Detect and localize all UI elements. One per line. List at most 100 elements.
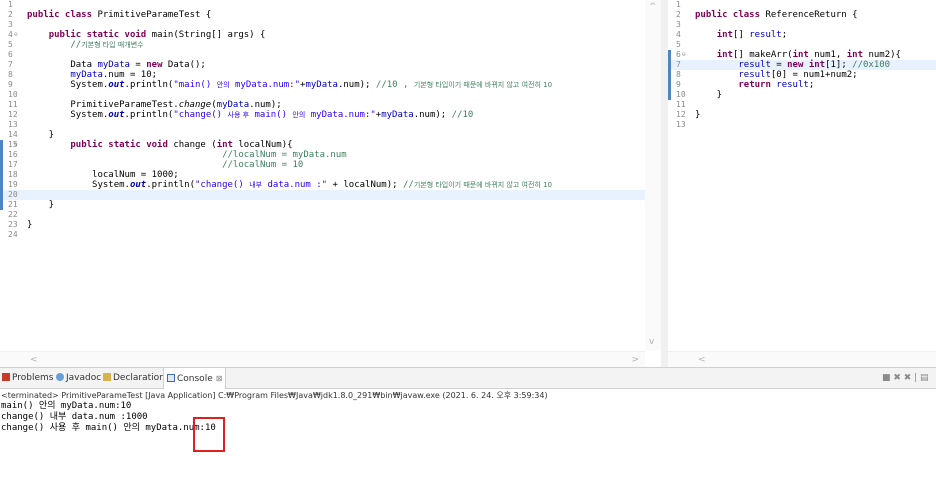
scroll-down-arrow-icon[interactable]: v bbox=[649, 337, 654, 347]
code-line[interactable]: 1 bbox=[668, 0, 936, 10]
code-line[interactable]: 12 System.out.println("change() 사용 후 mai… bbox=[0, 110, 645, 120]
editor-splitter[interactable] bbox=[661, 0, 668, 367]
code-line[interactable]: 9 System.out.println("main() 안의 myData.n… bbox=[0, 80, 645, 90]
code-line[interactable]: 5 //기본형 타입 매개변수 bbox=[0, 40, 645, 50]
code-text: myData.num = 10; bbox=[27, 70, 157, 80]
code-token: int bbox=[716, 50, 733, 60]
code-token: // bbox=[27, 40, 82, 50]
code-token: .println( bbox=[124, 80, 174, 90]
tab-declaration[interactable]: Declaration bbox=[103, 368, 165, 389]
code-token: 기본형 타입이기 때문에 바뀌지 않고 여전히 10 bbox=[413, 181, 552, 189]
code-area[interactable]: 1 2 public class PrimitiveParameTest {3 4 ⊖ … bbox=[0, 0, 645, 351]
code-line[interactable]: 13 bbox=[668, 120, 936, 130]
code-token: ReferenceReturn { bbox=[760, 10, 858, 20]
code-line[interactable]: 4 ⊖ public static void main(String[] args… bbox=[0, 30, 645, 40]
code-token: myData bbox=[70, 70, 103, 80]
line-number: 1 bbox=[676, 0, 681, 9]
code-line[interactable]: 19 System.out.println("change() 내부 data.… bbox=[0, 180, 645, 190]
code-line[interactable]: 15 ⊖ public static void change (int local… bbox=[0, 140, 645, 150]
code-line[interactable]: 24 bbox=[0, 230, 645, 240]
code-line[interactable]: 21 } bbox=[0, 200, 645, 210]
code-text: //localNum = 10 bbox=[27, 160, 303, 170]
scroll-left-arrow-icon[interactable]: < bbox=[698, 355, 706, 365]
code-line[interactable]: 10 } bbox=[668, 90, 936, 100]
code-line[interactable]: 9 return result; bbox=[668, 80, 936, 90]
code-line[interactable]: 22 bbox=[0, 210, 645, 220]
fold-icon[interactable]: ⊖ bbox=[682, 50, 692, 60]
javadoc-icon bbox=[56, 373, 64, 381]
code-line[interactable]: 6 bbox=[0, 50, 645, 60]
code-token: myData bbox=[305, 80, 338, 90]
code-line[interactable]: 1 bbox=[0, 0, 645, 10]
code-token: //localNum = 10 bbox=[27, 160, 304, 170]
code-text: public class PrimitiveParameTest { bbox=[27, 10, 211, 20]
code-line[interactable]: 12} bbox=[668, 110, 936, 120]
horizontal-scrollbar[interactable]: < > bbox=[0, 351, 645, 367]
horizontal-scrollbar[interactable]: < bbox=[668, 351, 936, 367]
fold-icon[interactable]: ⊖ bbox=[14, 140, 24, 150]
code-line[interactable]: 3 bbox=[668, 20, 936, 30]
code-line[interactable]: 8 result[0] = num1+num2; bbox=[668, 70, 936, 80]
code-token: main() bbox=[249, 110, 293, 120]
code-line[interactable]: 7 result = new int[1]; //0x100 bbox=[668, 60, 936, 70]
code-token: [0] = num1+num2; bbox=[770, 70, 858, 80]
code-token: PrimitiveParameTest { bbox=[92, 10, 212, 20]
bottom-view-tabs: Problems Javadoc Declaration Console ⊠ ■ … bbox=[0, 367, 936, 389]
scroll-left-arrow-icon[interactable]: < bbox=[30, 355, 38, 365]
code-line[interactable]: 2 public class PrimitiveParameTest { bbox=[0, 10, 645, 20]
code-line[interactable]: 10 bbox=[0, 90, 645, 100]
line-number: 12 bbox=[676, 110, 686, 119]
code-line[interactable]: 13 bbox=[0, 120, 645, 130]
code-line[interactable]: 16 //localNum = myData.num bbox=[0, 150, 645, 160]
code-line[interactable]: 7 Data myData = new Data(); bbox=[0, 60, 645, 70]
editor-primitive-parame-test[interactable]: 1 2 public class PrimitiveParameTest {3 4 ⊖ … bbox=[0, 0, 661, 367]
code-token: ; bbox=[781, 30, 788, 40]
line-number: 2 bbox=[676, 10, 681, 19]
console-view[interactable]: <terminated> PrimitiveParameTest [Java A… bbox=[0, 389, 936, 477]
code-line[interactable]: 4 int[] result; bbox=[668, 30, 936, 40]
code-line[interactable]: 17 //localNum = 10 bbox=[0, 160, 645, 170]
editor-reference-return[interactable]: 1 2 public class ReferenceReturn { 3 4 int[]… bbox=[668, 0, 936, 367]
line-number: 21 bbox=[8, 200, 18, 209]
fold-icon[interactable]: ⊖ bbox=[14, 30, 24, 40]
code-line[interactable]: 5 bbox=[668, 40, 936, 50]
code-line[interactable]: 18 localNum = 1000; bbox=[0, 170, 645, 180]
code-area[interactable]: 1 2 public class ReferenceReturn { 3 4 int[]… bbox=[668, 0, 936, 351]
code-line[interactable]: 6 ⊖ int[] makeArr(int num1, int num2){ bbox=[668, 50, 936, 60]
code-text: public class ReferenceReturn { bbox=[695, 10, 858, 20]
console-toolbar-icon[interactable]: ■ ✖ ✖ | ▤ bbox=[882, 368, 929, 389]
code-token: .num); bbox=[413, 110, 452, 120]
code-line[interactable]: 11 bbox=[668, 100, 936, 110]
tab-javadoc[interactable]: Javadoc bbox=[56, 368, 101, 389]
tab-problems[interactable]: Problems bbox=[2, 368, 53, 389]
line-number: 7 bbox=[8, 60, 13, 69]
code-token: = bbox=[129, 60, 147, 70]
scroll-up-arrow-icon[interactable]: ^ bbox=[649, 2, 657, 12]
close-icon[interactable]: ⊠ bbox=[216, 374, 223, 383]
code-line[interactable]: 3 bbox=[0, 20, 645, 30]
vertical-scrollbar[interactable]: ^ v bbox=[645, 0, 661, 351]
code-line[interactable]: 2 public class ReferenceReturn { bbox=[668, 10, 936, 20]
code-line[interactable]: 14 } bbox=[0, 130, 645, 140]
tab-console[interactable]: Console ⊠ bbox=[163, 368, 227, 389]
code-token: .println( bbox=[124, 110, 174, 120]
code-line[interactable]: 23} bbox=[0, 220, 645, 230]
code-token: public static void bbox=[70, 140, 168, 150]
code-token: "change() bbox=[173, 110, 228, 120]
code-line[interactable]: 8 myData.num = 10; bbox=[0, 70, 645, 80]
code-token: System. bbox=[27, 80, 109, 90]
code-line[interactable]: 20 bbox=[0, 190, 645, 200]
line-number: 16 bbox=[8, 150, 18, 159]
code-token: //10 bbox=[451, 110, 474, 120]
code-text: PrimitiveParameTest.change(myData.num); bbox=[27, 100, 281, 110]
code-token: [] bbox=[732, 30, 750, 40]
line-number: 3 bbox=[676, 20, 681, 29]
scroll-right-arrow-icon[interactable]: > bbox=[631, 355, 639, 365]
code-line[interactable]: 11 PrimitiveParameTest.change(myData.num… bbox=[0, 100, 645, 110]
line-number: 7 bbox=[676, 60, 681, 69]
line-number: 24 bbox=[8, 230, 18, 239]
line-number: 9 bbox=[8, 80, 13, 89]
code-text: result = new int[1]; //0x100 bbox=[695, 60, 890, 70]
